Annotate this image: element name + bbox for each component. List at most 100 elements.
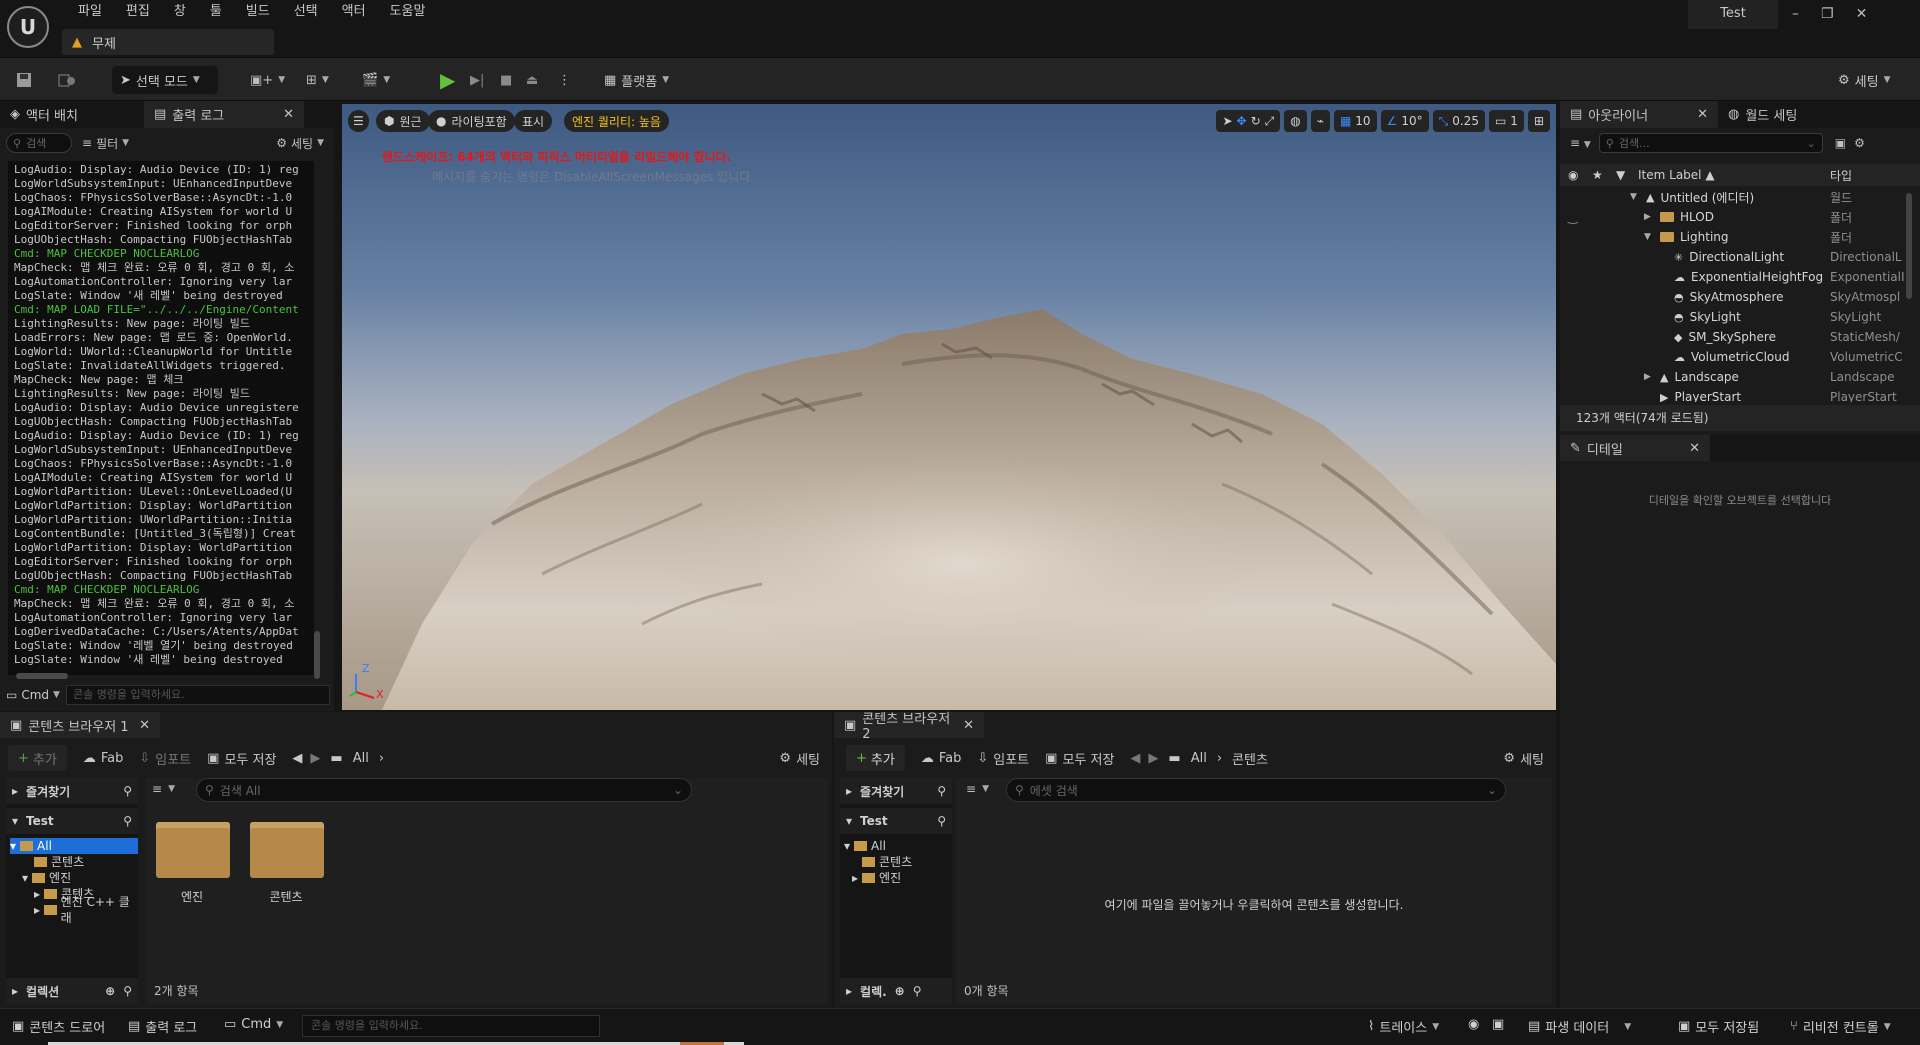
cb1-path-all[interactable]: All — [353, 751, 369, 766]
asset-folder-content[interactable] — [250, 822, 324, 878]
search-icon[interactable]: ⚲ — [123, 784, 132, 798]
show-button[interactable]: 표시 — [514, 110, 553, 132]
status-cmd-dropdown[interactable]: ▭ Cmd ▼ — [224, 1017, 283, 1032]
cb1-project-header[interactable]: ▾ Test ⚲ — [6, 808, 138, 834]
outliner-row[interactable]: ▼ ▲ Untitled (에디터) 월드 — [1560, 187, 1914, 207]
tree-item-content[interactable]: 콘텐츠 — [844, 854, 952, 870]
outliner-search-input[interactable]: ⚲ 검색... ⌄ — [1598, 133, 1823, 153]
cb1-fab-button[interactable]: ☁ Fab — [83, 751, 124, 766]
outliner-row[interactable]: ✳ DirectionalLight DirectionalL — [1560, 247, 1914, 267]
world-local-toggle[interactable]: ◍ — [1284, 110, 1307, 132]
cb2-add-button[interactable]: + 추가 — [846, 745, 905, 771]
unreal-logo-icon[interactable]: U — [7, 6, 49, 48]
blueprint-button[interactable]: ⊞ ▼ — [306, 66, 329, 94]
hidden-eye-icon[interactable]: ‿ — [1568, 210, 1578, 224]
cb1-collections-header[interactable]: ▸ 컬렉션 ⊕ ⚲ — [6, 978, 138, 1004]
expand-arrow-icon[interactable]: ▼ — [1630, 192, 1640, 202]
tab-content-browser-1[interactable]: ▣ 콘텐츠 브라우저 1 ✕ — [0, 712, 160, 738]
outliner-row[interactable]: ▶ PlayerStart PlayerStart — [1560, 387, 1914, 402]
platforms-dropdown[interactable]: ▦ 플랫폼 ▼ — [604, 66, 669, 94]
tab-content-browser-2[interactable]: ▣ 콘텐츠 브라우저 2 ✕ — [834, 712, 984, 742]
back-icon[interactable]: ◀ — [292, 751, 302, 766]
column-item-label[interactable]: Item Label ▲ — [1638, 168, 1715, 182]
frame-advance-button[interactable]: ▶| — [470, 66, 484, 94]
cb1-save-all-button[interactable]: ▣ 모두 저장 — [207, 749, 276, 768]
close-icon[interactable]: ✕ — [963, 718, 974, 733]
cb1-filter-dropdown[interactable]: ≡ ▼ — [152, 782, 175, 796]
outliner-row[interactable]: ☁ ExponentialHeightFog ExponentialI — [1560, 267, 1914, 287]
chevron-right-icon[interactable]: › — [1217, 751, 1222, 766]
trace-dropdown[interactable]: ⌇ 트레이스 ▼ — [1368, 1017, 1439, 1036]
close-icon[interactable]: ✕ — [1856, 6, 1868, 22]
console-input[interactable]: 콘솔 명령을 입력하세요. — [65, 685, 330, 705]
favorite-column-icon[interactable]: ★ — [1592, 168, 1603, 182]
outliner-row[interactable]: ◓ SkyLight SkyLight — [1560, 307, 1914, 327]
search-icon[interactable]: ⚲ — [123, 814, 132, 828]
filter-icon[interactable]: ≡ ▼ — [1570, 136, 1591, 150]
minimize-icon[interactable]: – — [1792, 6, 1799, 22]
restore-icon[interactable]: ❐ — [1821, 6, 1834, 22]
scale-icon[interactable]: ⤢ — [1265, 114, 1275, 129]
cb2-favorites-header[interactable]: ▸ 즐겨찾기 ⚲ — [840, 778, 952, 804]
cinematics-button[interactable]: 🎬 ▼ — [362, 66, 390, 94]
outliner-row[interactable]: ▼ Lighting 폴더 — [1560, 227, 1914, 247]
rotation-snap-button[interactable]: ∠ 10° — [1380, 110, 1429, 132]
cb1-settings-button[interactable]: ⚙ 세팅 — [779, 749, 820, 768]
tab-details[interactable]: ✎ 디테일 ✕ — [1560, 435, 1710, 461]
status-console-input[interactable]: 콘솔 명령을 입력하세요. — [302, 1015, 600, 1037]
save-all-status-button[interactable]: ▣ 모두 저장됨 — [1678, 1017, 1759, 1036]
tab-place-actors[interactable]: ◈ 액터 배치 — [0, 101, 88, 128]
menu-edit[interactable]: 편집 — [114, 3, 162, 21]
eject-button[interactable]: ⏏ — [526, 66, 538, 94]
menu-select[interactable]: 선택 — [282, 3, 330, 21]
menu-window[interactable]: 창 — [162, 3, 198, 21]
tree-item-engine-cpp[interactable]: ▸ 엔진 C++ 클래 — [10, 895, 138, 925]
tree-item-engine[interactable]: ▸ 엔진 — [844, 870, 952, 886]
add-collection-icon[interactable]: ⊕ — [895, 984, 905, 998]
selection-mode-dropdown[interactable]: ➤ 선택 모드 ▼ — [112, 66, 218, 94]
outliner-scrollbar[interactable] — [1906, 193, 1912, 299]
stop-button[interactable]: ■ — [500, 66, 512, 94]
close-icon[interactable]: ✕ — [1697, 107, 1708, 122]
output-log-button[interactable]: ▤ 출력 로그 — [128, 1017, 197, 1036]
expand-arrow-icon[interactable]: ▶ — [1644, 212, 1654, 222]
scale-snap-button[interactable]: ⤡ 0.25 — [1432, 110, 1485, 132]
menu-help[interactable]: 도움말 — [378, 3, 438, 21]
log-hscrollbar[interactable] — [16, 673, 68, 679]
search-icon[interactable]: ⚲ — [937, 814, 946, 828]
outliner-row[interactable]: ▶ ▲ Landscape Landscape — [1560, 367, 1914, 387]
menu-build[interactable]: 빌드 — [234, 3, 282, 21]
forward-icon[interactable]: ▶ — [310, 751, 320, 766]
add-actor-button[interactable]: ▣+ ▼ — [250, 66, 285, 94]
screenshot-button[interactable]: ▣ — [1492, 1017, 1504, 1032]
close-icon[interactable]: ✕ — [1689, 441, 1700, 456]
cb2-import-button[interactable]: ⇩ 임포트 — [977, 749, 1029, 768]
log-settings-dropdown[interactable]: ⚙ 세팅 ▼ — [276, 135, 324, 152]
cb2-fab-button[interactable]: ☁ Fab — [921, 751, 962, 766]
engine-quality-button[interactable]: 엔진 퀄리티: 높음 — [564, 110, 669, 132]
tree-item-engine[interactable]: ▾ 엔진 — [10, 870, 138, 886]
log-scrollbar[interactable] — [314, 631, 320, 679]
tree-item-all[interactable]: ▾ All — [10, 838, 138, 854]
tab-output-log[interactable]: ▤ 출력 로그 ✕ — [143, 101, 304, 128]
save-icon[interactable] — [16, 66, 32, 94]
rotate-icon[interactable]: ↻ — [1251, 114, 1261, 128]
lighting-button[interactable]: ● 라이팅포함 — [428, 110, 515, 132]
forward-icon[interactable]: ▶ — [1148, 751, 1158, 766]
cb2-search-input[interactable]: ⚲ 에셋 검색 ⌄ — [1006, 778, 1506, 802]
column-type[interactable]: 타입 — [1830, 167, 1852, 184]
content-drawer-button[interactable]: ▣ 콘텐츠 드로어 — [12, 1017, 105, 1036]
expand-arrow-icon[interactable]: ▼ — [1644, 232, 1654, 242]
cb2-path-content[interactable]: 콘텐츠 — [1232, 749, 1268, 768]
search-icon[interactable]: ⚲ — [913, 984, 922, 998]
play-options-button[interactable]: ⋮ — [558, 66, 571, 94]
menu-tools[interactable]: 툴 — [198, 3, 234, 21]
filter-dropdown[interactable]: ≡ 필터 ▼ — [82, 135, 129, 152]
grid-snap-button[interactable]: ▦ 10 — [1333, 110, 1377, 132]
visibility-column-icon[interactable]: ◉ — [1568, 168, 1578, 182]
add-folder-icon[interactable]: ▣ — [1835, 136, 1846, 150]
cb1-import-button[interactable]: ⇩ 임포트 — [139, 749, 191, 768]
menu-actor[interactable]: 액터 — [330, 3, 378, 21]
tab-outliner[interactable]: ▤ 아웃라이너 ✕ — [1560, 101, 1718, 128]
log-search-input[interactable]: ⚲ 검색 — [6, 133, 72, 153]
